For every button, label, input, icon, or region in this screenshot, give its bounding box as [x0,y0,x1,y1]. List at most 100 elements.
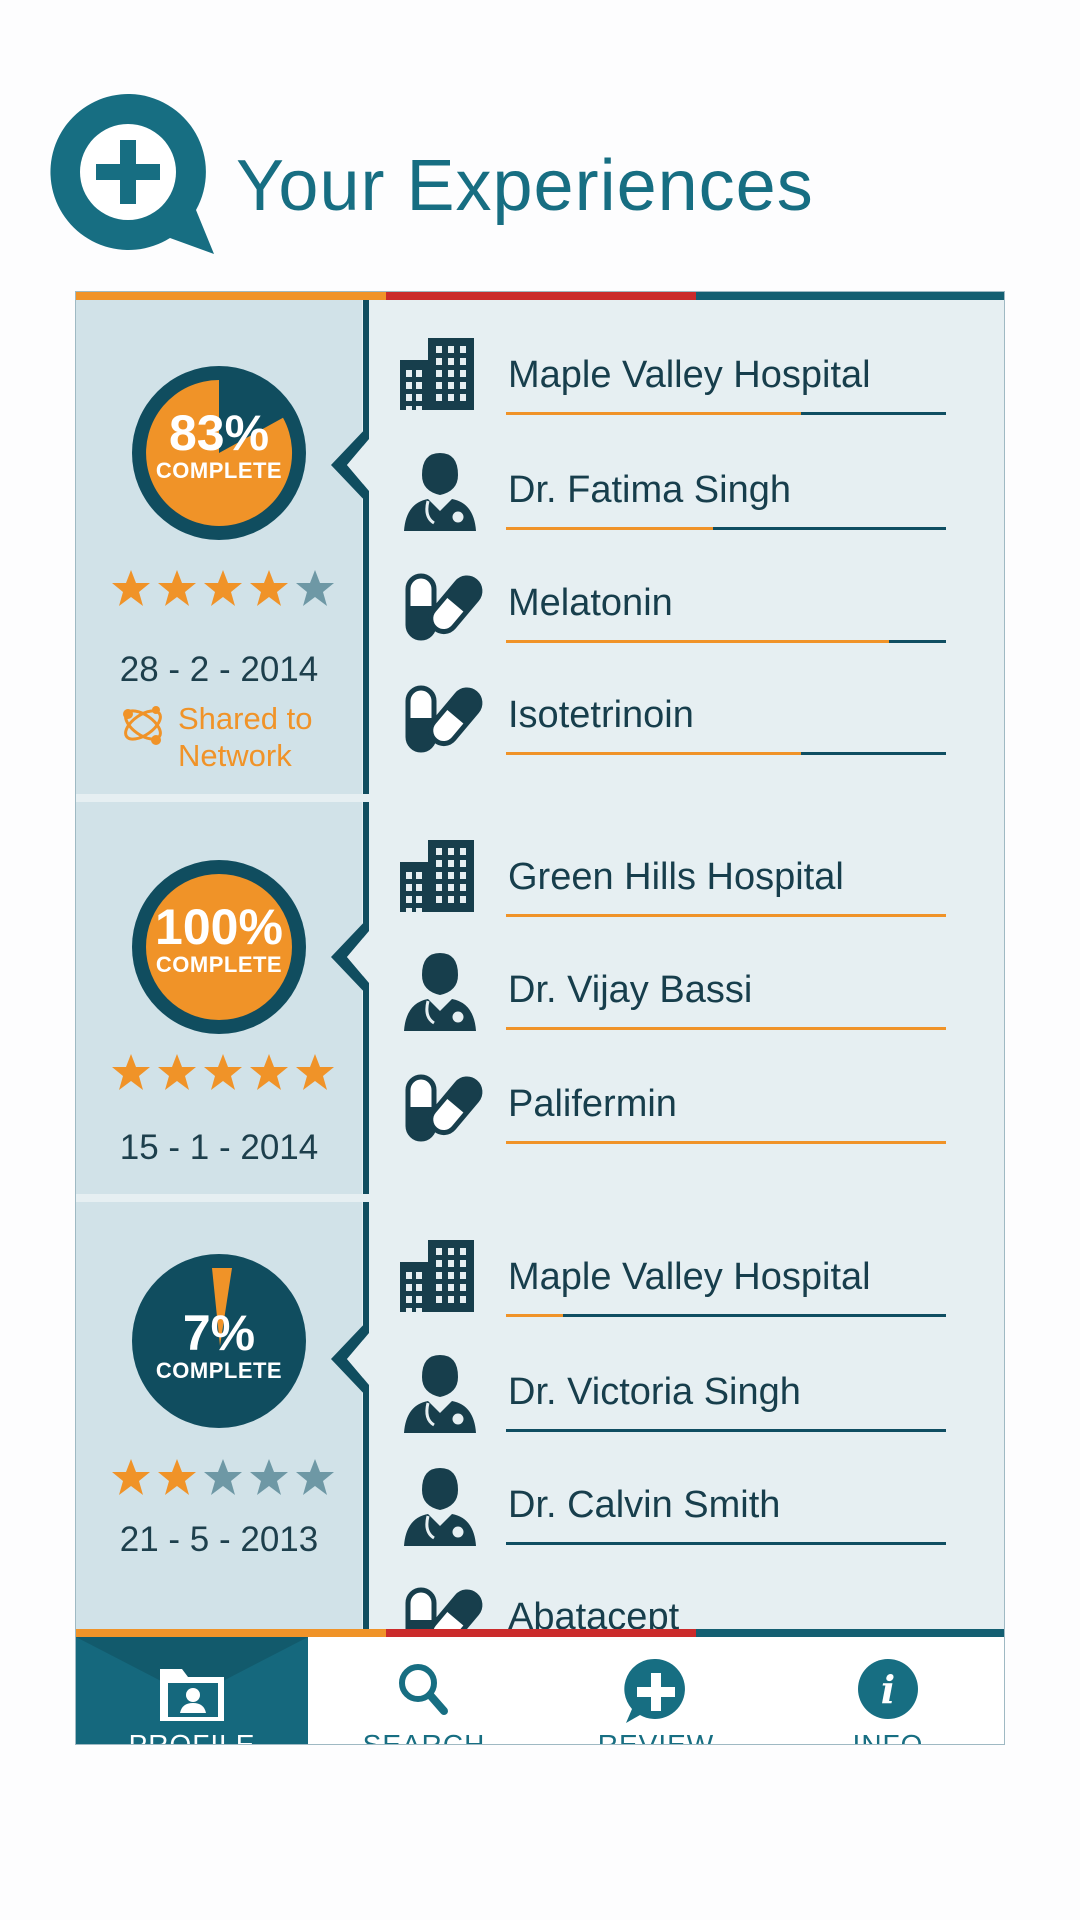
item-progress-bar [506,1314,946,1317]
star-filled-icon [295,1052,335,1092]
doctor-icon [394,945,484,1035]
item-name: Palifermin [508,1083,677,1125]
item-progress-bar [506,752,946,755]
experience-date: 21 - 5 - 2013 [119,1520,319,1559]
timeline-divider [363,1202,369,1629]
pill-capsule-icon [394,670,484,760]
item-progress-fill [506,640,889,643]
doctor-icon [394,445,484,535]
item-progress-bar [506,412,946,415]
completion-circle: 83% COMPLETE [132,366,306,540]
star-filled-icon [203,1052,243,1092]
completion-text: 7% COMPLETE [132,1308,306,1384]
experience-date: 28 - 2 - 2014 [119,650,319,689]
star-filled-icon [157,1457,197,1497]
hospital-building-icon [394,330,484,420]
star-empty-icon [249,1457,289,1497]
shared-status: Shared to Network [118,700,328,774]
experience-item-doctor[interactable]: Dr. Vijay Bassi [376,945,976,1033]
nav-search[interactable]: SEARCH [308,1637,540,1744]
item-progress-fill [506,527,713,530]
nav-label: SEARCH [308,1729,540,1744]
item-progress-bar [506,1429,946,1432]
info-icon: i [848,1655,928,1729]
hospital-building-icon [394,832,484,922]
completion-circle: 100% COMPLETE [132,860,306,1034]
item-progress-bar [506,914,946,917]
experience-item-drug[interactable]: Isotetrinoin [376,670,976,758]
page-title: Your Experiences [236,146,814,226]
completion-label: COMPLETE [155,1358,283,1383]
timeline-divider [363,300,369,794]
completion-text: 100% COMPLETE [132,902,306,978]
star-filled-icon [111,1457,151,1497]
item-name: Melatonin [508,582,673,624]
item-progress-fill [506,1027,946,1030]
item-name: Dr. Victoria Singh [508,1371,801,1413]
shared-label: Shared to Network [178,701,313,773]
item-name: Maple Valley Hospital [508,354,871,396]
experience-item-drug[interactable]: Melatonin [376,558,976,646]
doctor-icon [394,1347,484,1437]
completion-percent: 7% [182,1305,256,1361]
item-progress-fill [506,914,946,917]
review-plus-icon [616,1655,696,1729]
star-empty-icon [295,568,335,608]
completion-percent: 83% [168,405,270,461]
completion-label: COMPLETE [155,458,283,483]
timeline-pointer [331,1319,369,1399]
star-rating [110,1457,336,1497]
star-empty-icon [295,1457,335,1497]
nav-info[interactable]: i INFO [772,1637,1004,1744]
star-filled-icon [157,568,197,608]
star-empty-icon [203,1457,243,1497]
experience-item-hospital[interactable]: Maple Valley Hospital [376,1232,976,1320]
experience-card[interactable]: 100% COMPLETE 15 - 1 - 2014 Green Hills Hos… [76,802,1004,1194]
item-name: Dr. Calvin Smith [508,1484,781,1526]
experience-card[interactable]: 83% COMPLETE 28 - 2 - 2014 Shared to Networ… [76,300,1004,794]
star-filled-icon [249,1052,289,1092]
item-progress-bar [506,1542,946,1545]
experience-item-hospital[interactable]: Maple Valley Hospital [376,330,976,418]
bottom-nav: PROFILESEARCHREVIEW i INFO [76,1637,1004,1744]
star-filled-icon [111,1052,151,1092]
hospital-building-icon [394,1232,484,1322]
nav-label: PROFILE [76,1729,308,1744]
completion-percent: 100% [155,899,283,955]
item-name: Green Hills Hospital [508,856,844,898]
nav-profile[interactable]: PROFILE [76,1637,308,1744]
item-name: Isotetrinoin [508,694,694,736]
item-progress-fill [506,412,801,415]
nav-label: REVIEW [540,1729,772,1744]
experience-card[interactable]: 7% COMPLETE 21 - 5 - 2013 Maple Valley Hosp… [76,1202,1004,1657]
star-filled-icon [203,568,243,608]
search-icon [384,1655,464,1729]
nav-review[interactable]: REVIEW [540,1637,772,1744]
experience-item-drug[interactable]: Palifermin [376,1059,976,1147]
doctor-icon [394,1460,484,1550]
item-name: Dr. Fatima Singh [508,469,791,511]
network-icon [123,706,162,745]
svg-text:i: i [881,1667,895,1712]
profile-folder-icon [152,1655,232,1729]
nav-color-strip [76,1629,1004,1637]
item-progress-fill [506,752,801,755]
completion-text: 83% COMPLETE [132,408,306,484]
item-progress-bar [506,640,946,643]
timeline-pointer [331,917,369,997]
experience-item-hospital[interactable]: Green Hills Hospital [376,832,976,920]
pill-capsule-icon [394,1059,484,1149]
experience-item-doctor[interactable]: Dr. Calvin Smith [376,1460,976,1548]
experience-item-doctor[interactable]: Dr. Victoria Singh [376,1347,976,1435]
item-progress-fill [506,1141,946,1144]
experience-item-doctor[interactable]: Dr. Fatima Singh [376,445,976,533]
item-progress-fill [506,1314,564,1317]
color-strip [76,292,1004,300]
timeline-divider [363,802,369,1194]
nav-label: INFO [772,1729,1004,1744]
completion-circle: 7% COMPLETE [132,1254,306,1428]
timeline-pointer [331,425,369,505]
item-progress-bar [506,1027,946,1030]
star-rating [110,1052,336,1092]
experience-date: 15 - 1 - 2014 [119,1128,319,1167]
